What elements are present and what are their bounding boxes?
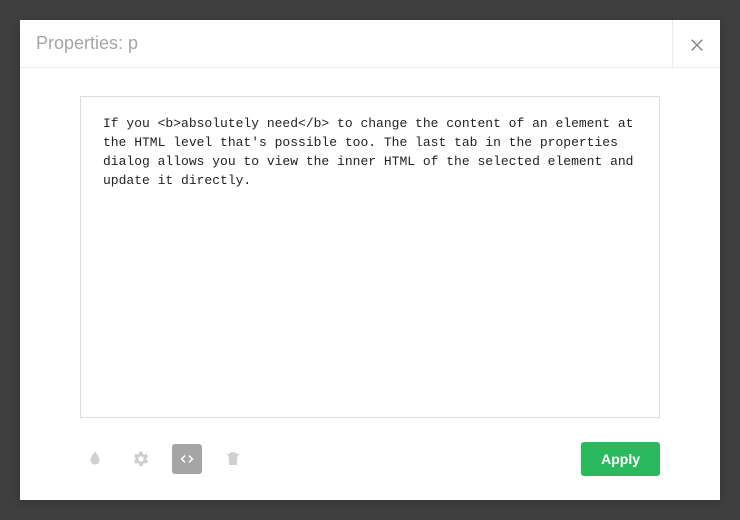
tab-style[interactable] [80, 444, 110, 474]
tab-code[interactable] [172, 444, 202, 474]
dialog-body [20, 68, 720, 428]
close-icon [688, 35, 706, 53]
apply-button[interactable]: Apply [581, 442, 660, 476]
tab-bar [80, 444, 248, 474]
dialog-title: Properties: p [20, 33, 138, 54]
tab-delete[interactable] [218, 444, 248, 474]
gear-icon [132, 450, 150, 468]
dialog-header: Properties: p [20, 20, 720, 68]
html-source-editor[interactable] [80, 96, 660, 418]
properties-dialog: Properties: p [20, 20, 720, 500]
code-icon [178, 450, 196, 468]
tab-settings[interactable] [126, 444, 156, 474]
close-button[interactable] [672, 20, 720, 68]
trash-icon [224, 450, 242, 468]
droplet-icon [86, 450, 104, 468]
dialog-footer: Apply [20, 428, 720, 500]
